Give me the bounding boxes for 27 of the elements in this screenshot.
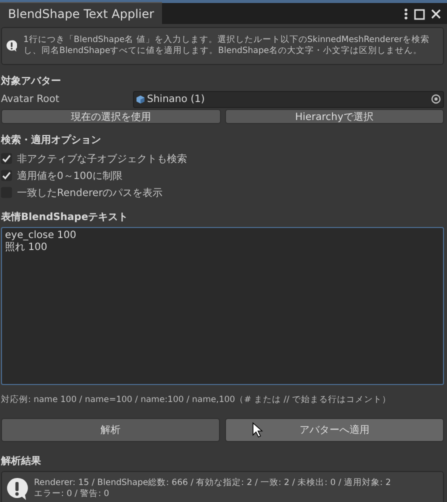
select-button[interactable]: 現在の選択を使用 (1, 109, 220, 124)
window-title[interactable]: BlendShape Text Applier (0, 2, 162, 24)
close-icon[interactable] (431, 9, 441, 19)
option-label: 適用値を0～100に制限 (17, 170, 122, 182)
field-label: Avatar Root (1, 94, 60, 104)
cursor-icon (252, 422, 263, 438)
option-label: 一致したRendererのパスを表示 (17, 186, 163, 200)
checkbox[interactable] (1, 170, 12, 181)
result-line: Renderer: 15 / BlendShape総数: 666 / 有効な指定: 2 / 一致: 2 / 未検出: 0 / 適用対象: 2 (34, 478, 391, 489)
more-icon[interactable] (404, 8, 408, 20)
result-line: エラー: 0 / 警告: 0 (34, 489, 110, 500)
action-button[interactable]: 解析 (1, 418, 220, 442)
format-hint: 対応例: name 100 / name=100 / name:100 / name,100（# または // で始まる行はコメント） (1, 394, 392, 406)
section-header: 検索・適用オプション (1, 133, 102, 147)
select-button[interactable]: Hierarchyで選択 (224, 109, 444, 124)
section-header: 表情BlendShapeテキスト (1, 210, 130, 224)
help-text: 1行につき「BlendShape名 値」を入力します。選択したルート以下のSkinnedMeshRendererを検索し、同名BlendShapeすべてに値を適用します。BlendShape名の大文字・小文字は区別しません。 (23, 35, 431, 57)
checkbox[interactable] (1, 153, 12, 164)
section-header: 対象アバター (1, 74, 62, 88)
action-button[interactable]: アバターへ適用 (225, 418, 444, 442)
object-field[interactable]: Shinano (1) (133, 90, 444, 108)
option-label: 非アクティブな子オブジェクトも検索 (17, 152, 187, 166)
text-area[interactable]: eye_close 100 照れ 100 (1, 227, 444, 385)
maximize-icon[interactable] (414, 8, 425, 20)
section-header: 解析結果 (1, 454, 42, 468)
target-icon[interactable] (431, 94, 441, 104)
cube-icon (136, 94, 145, 104)
